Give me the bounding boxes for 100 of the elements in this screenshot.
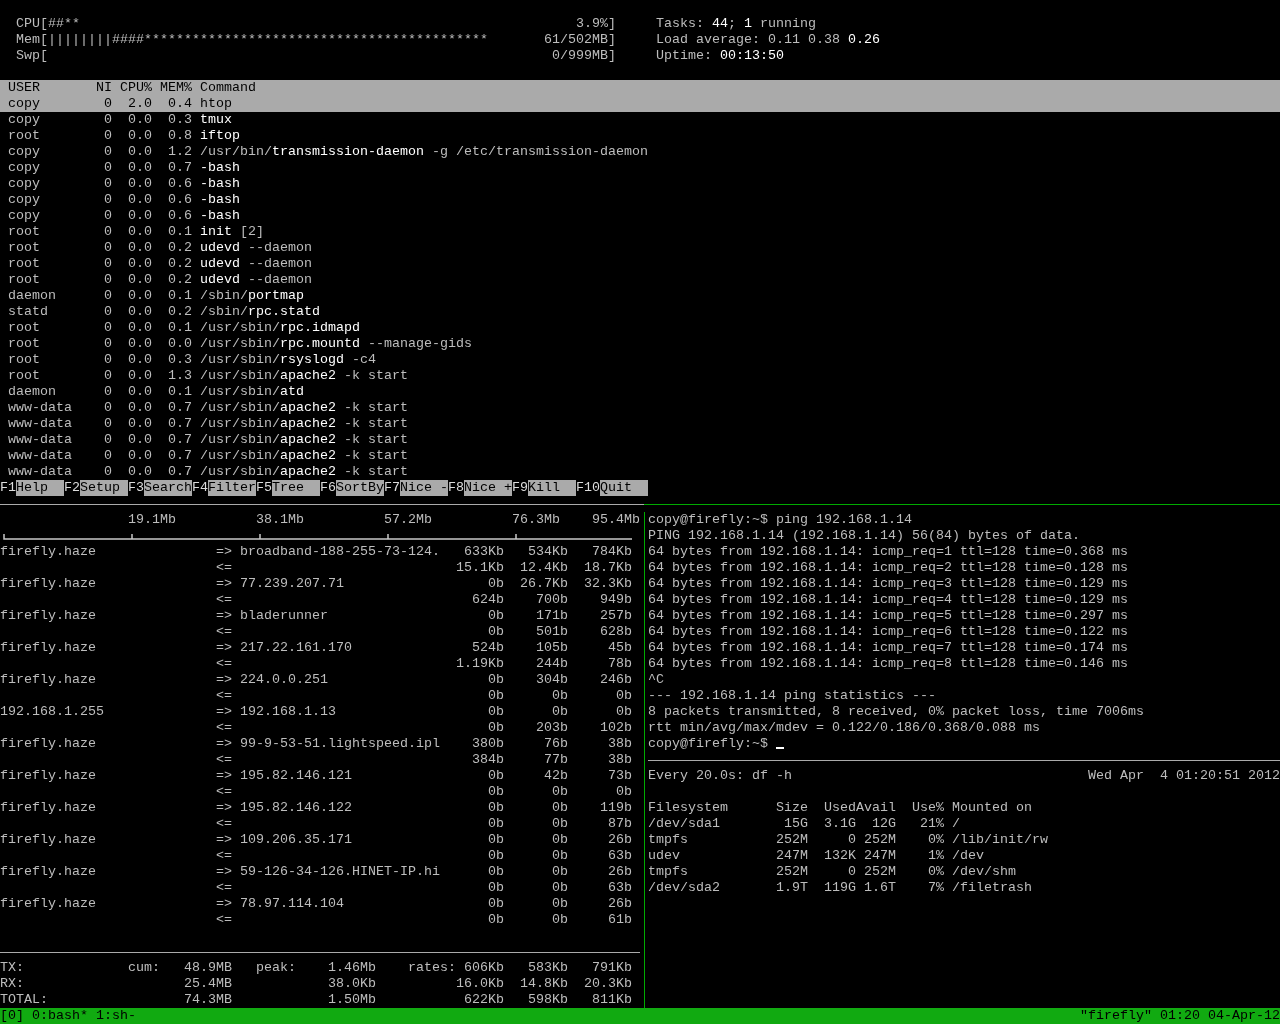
column-header[interactable]: NI: [88, 80, 112, 96]
rate-value: 534Kb: [527, 544, 568, 560]
direction-arrow: =>: [216, 576, 233, 592]
table-cell-text: /usr/sbin/rpc.idmapd: [199, 320, 361, 336]
process-row[interactable]: www-data 0 0.0 0.7 /usr/sbin/apache2 -k start: [0, 432, 1280, 448]
table-cell-text: -bash: [199, 176, 241, 192]
direction-arrow: <=: [216, 816, 233, 832]
rate-value: 26.7Kb: [519, 576, 568, 592]
table-cell-text: 0: [103, 320, 112, 336]
table-cell-text: 0.0: [127, 224, 152, 240]
table-cell-text: 1.2: [167, 144, 192, 160]
process-row[interactable]: www-data 0 0.0 0.7 /usr/sbin/apache2 -k start: [0, 400, 1280, 416]
window-tab[interactable]: 1:sh-: [96, 1008, 136, 1024]
total-label: cum:: [128, 960, 161, 976]
process-row[interactable]: root 0 0.0 0.1 init [2]: [0, 224, 1280, 240]
function-key-button[interactable]: Quit: [600, 480, 648, 496]
rate-value: 0b: [551, 816, 568, 832]
function-key-button[interactable]: Filter: [208, 480, 256, 496]
rate-value: 0b: [615, 688, 632, 704]
table-cell-text: 0.1: [167, 224, 192, 240]
table-cell-text: /usr/sbin/apache2 -k start: [199, 448, 409, 464]
function-key-button[interactable]: Nice +: [464, 480, 512, 496]
column-header[interactable]: MEM%: [152, 80, 192, 96]
column-header[interactable]: CPU%: [112, 80, 152, 96]
function-key-button[interactable]: Kill: [528, 480, 576, 496]
shell-prompt: copy@firefly:~$: [648, 736, 768, 752]
direction-arrow: <=: [216, 656, 233, 672]
host-name: broadband-188-255-73-124.: [240, 544, 440, 560]
process-row[interactable]: copy 0 0.0 0.3 tmux: [0, 112, 1280, 128]
process-row[interactable]: root 0 0.0 0.2 udevd --daemon: [0, 272, 1280, 288]
table-cell-text: 1%: [927, 848, 944, 864]
rate-value: 0b: [487, 672, 504, 688]
process-row[interactable]: copy 0 0.0 0.6 -bash: [0, 208, 1280, 224]
direction-arrow: =>: [216, 736, 233, 752]
column-header[interactable]: Command: [192, 80, 1280, 96]
table-cell: 1.9T: [776, 880, 808, 896]
rate-value: 0b: [551, 848, 568, 864]
table-cell-text: copy: [7, 96, 41, 112]
function-key-button[interactable]: Setup: [80, 480, 128, 496]
table-cell-text: 132K: [823, 848, 856, 864]
process-row[interactable]: root 0 0.0 0.2 udevd --daemon: [0, 256, 1280, 272]
table-cell-text: 0.2: [167, 304, 192, 320]
process-row[interactable]: copy 0 0.0 1.2 /usr/bin/transmission-daemon -g /etc/transmission-daemon: [0, 144, 1280, 160]
process-row[interactable]: root 0 0.0 1.3 /usr/sbin/apache2 -k start: [0, 368, 1280, 384]
process-row[interactable]: daemon 0 0.0 0.1 /sbin/portmap: [0, 288, 1280, 304]
table-cell-text: 0: [103, 144, 112, 160]
host-name: 192.168.1.13: [240, 704, 337, 720]
direction-arrow: <=: [216, 912, 233, 928]
process-row[interactable]: www-data 0 0.0 0.7 /usr/sbin/apache2 -k start: [0, 448, 1280, 464]
process-row[interactable]: daemon 0 0.0 0.1 /usr/sbin/atd: [0, 384, 1280, 400]
rate-value: 501b: [535, 624, 568, 640]
function-key-button[interactable]: SortBy: [336, 480, 384, 496]
host-name: firefly.haze: [0, 736, 97, 752]
scale-label: 95.4Mb: [592, 512, 640, 528]
rate-value: 0b: [487, 864, 504, 880]
table-cell-text: 0.8: [167, 128, 192, 144]
table-cell-text: copy: [7, 160, 41, 176]
function-key-button[interactable]: Search: [144, 480, 192, 496]
process-row[interactable]: root 0 0.0 0.2 udevd --daemon: [0, 240, 1280, 256]
process-row[interactable]: www-data 0 0.0 0.7 /usr/sbin/apache2 -k start: [0, 416, 1280, 432]
rate-value: 61b: [607, 912, 632, 928]
table-cell-text: 0: [847, 832, 856, 848]
key-number: F9: [512, 480, 528, 496]
table-cell-text: /dev/sda1: [648, 816, 721, 832]
column-header: Size: [776, 800, 808, 816]
table-cell-text: copy: [7, 112, 41, 128]
process-row[interactable]: copy 0 0.0 0.7 -bash: [0, 160, 1280, 176]
table-cell-text: www-data: [7, 400, 73, 416]
table-cell-text: root: [7, 320, 41, 336]
table-cell-text: 252M: [863, 864, 896, 880]
table-cell-text: root: [7, 368, 41, 384]
process-row[interactable]: root 0 0.0 0.3 /usr/sbin/rsyslogd -c4: [0, 352, 1280, 368]
process-row[interactable]: root 0 0.0 0.1 /usr/sbin/rpc.idmapd: [0, 320, 1280, 336]
table-cell-text: 0.3: [167, 112, 192, 128]
window-tab[interactable]: 0:bash*: [32, 1008, 88, 1024]
direction-arrow: <=: [216, 592, 233, 608]
rate-value: 0b: [615, 704, 632, 720]
function-key-button[interactable]: Tree: [272, 480, 320, 496]
table-cell-text: 0.0: [127, 272, 152, 288]
table-cell-text: htop: [199, 96, 233, 112]
process-row[interactable]: copy 0 2.0 0.4 htop: [0, 96, 1280, 112]
process-row[interactable]: copy 0 0.0 0.6 -bash: [0, 176, 1280, 192]
table-cell-text: /usr/sbin/rpc.mountd --manage-gids: [199, 336, 473, 352]
rate-value: 0b: [551, 832, 568, 848]
table-cell-text: 0.0: [127, 128, 152, 144]
function-key-button[interactable]: Nice -: [400, 480, 448, 496]
process-row[interactable]: root 0 0.0 0.0 /usr/sbin/rpc.mountd --manage-gids: [0, 336, 1280, 352]
process-row[interactable]: copy 0 0.0 0.6 -bash: [0, 192, 1280, 208]
column-header[interactable]: USER: [0, 80, 88, 96]
process-row[interactable]: statd 0 0.0 0.2 /sbin/rpc.statd: [0, 304, 1280, 320]
rate-value: 0b: [487, 848, 504, 864]
table-cell-text: 1.6T: [863, 880, 896, 896]
process-row[interactable]: root 0 0.0 0.8 iftop: [0, 128, 1280, 144]
rate-value: 0b: [487, 832, 504, 848]
table-cell-text: 0.7: [167, 400, 192, 416]
terminal-line: 8 packets transmitted, 8 received, 0% packet loss, time 7006ms: [648, 704, 1145, 720]
function-key-button[interactable]: Help: [16, 480, 64, 496]
rate-value: 63b: [607, 848, 632, 864]
process-row[interactable]: www-data 0 0.0 0.7 /usr/sbin/apache2 -k start: [0, 464, 1280, 480]
scale-label: 57.2Mb: [384, 512, 433, 528]
